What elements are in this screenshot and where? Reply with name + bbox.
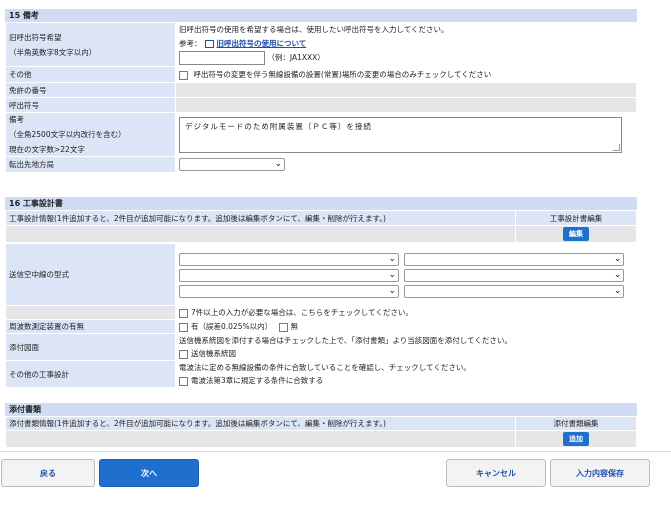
design-info: 工事設計情報(1件追加すると、2件目が追加可能になります。追加後は編集ボタンにて… [5,210,516,226]
remarks-textarea[interactable]: デジタルモードのため附属装置（ＰＣ等）を接続 [179,116,622,153]
transfer-label: 転出先地方局 [5,156,176,173]
design-edit-cell: 編集 [515,225,637,243]
transfer-value-cell: ⌄ [175,156,637,173]
freq-no-checkbox[interactable] [278,322,288,332]
section-15-title: 15 備考 [5,9,637,22]
transfer-select[interactable]: ⌄ [179,158,285,171]
location-change-text: 呼出符号の変更を伴う無線設備の設置(常置)場所の変更の場合のみチェックしてくださ… [193,70,492,79]
add-attachment-button[interactable]: 追加 [563,432,589,446]
antenna-select-1[interactable]: ⌄ [179,253,399,266]
callsign-input[interactable] [179,51,265,65]
attachments-list-cell [5,430,516,448]
attach-drawing-cell: 送信機系統図を添付する場合はチェックした上で、「添付書類」より当該図面を添付して… [175,333,637,361]
design-edit-header: 工事設計書編集 [515,210,637,226]
antenna-extra-label [5,305,176,320]
call-sign-label: 呼出符号 [5,97,176,113]
antenna-select-4[interactable]: ⌄ [404,269,625,282]
callsign-note: 旧呼出符号の使用を希望する場合は、使用したい呼出符号を入力してください。 [179,25,449,34]
remarks-label: 備考 [9,115,24,124]
other-design-note: 電波法に定める無線設備の条件に合致していることを確認し、チェックしてください。 [179,363,471,372]
section-15-table: 旧呼出符号希望 （半角英数字8文字以内） 旧呼出符号の使用を希望する場合は、使用… [5,22,637,173]
link-icon [204,40,214,48]
save-button[interactable]: 入力内容保存 [550,459,650,487]
freq-yes-text: 有（誤差0.025%以内） [191,322,273,331]
antenna-select-5[interactable]: ⌄ [179,285,399,298]
other-label: その他 [5,66,176,83]
attach-drawing-checkbox[interactable] [179,349,188,359]
remarks-limit: （全角2500文字以内改行を含む） [9,130,126,139]
antenna-extra-cell: 7件以上の入力が必要な場合は、こちらをチェックしてください。 [175,305,637,320]
antenna-select-3[interactable]: ⌄ [179,269,399,282]
freq-value-cell: 有（誤差0.025%以内） 無 [175,319,637,334]
footer-bar: 戻る 次へ キャンセル 入力内容保存 [0,451,671,507]
antenna-extra-checkbox[interactable] [179,308,188,318]
attachments-edit-header: 添付書類編集 [515,416,637,431]
callsign-label: 旧呼出符号希望 [9,32,62,42]
next-button[interactable]: 次へ [99,459,199,487]
other-design-label: その他の工事設計 [5,360,176,388]
antenna-select-6[interactable]: ⌄ [404,285,625,298]
antenna-select-2[interactable]: ⌄ [404,253,625,266]
other-design-text: 電波法第3章に規定する条件に合致する [191,376,324,385]
freq-label: 周波数測定装置の有無 [5,319,176,334]
section-16-table: 工事設計情報(1件追加すると、2件目が追加可能になります。追加後は編集ボタンにて… [5,210,637,243]
remarks-count: 現在の文字数>22文字 [9,145,85,154]
attach-drawing-label: 添付図面 [5,333,176,361]
attachments-add-cell: 追加 [515,430,637,448]
section-16: 16 工事設計書 工事設計情報(1件追加すると、2件目が追加可能になります。追加… [5,197,637,388]
remarks-value-cell: デジタルモードのため附属装置（ＰＣ等）を接続 [175,112,637,157]
chevron-down-icon: ⌄ [274,159,282,169]
callsign-value-cell: 旧呼出符号の使用を希望する場合は、使用したい呼出符号を入力してください。 参考：… [175,22,637,67]
remarks-label-cell: 備考 （全角2500文字以内改行を含む） 現在の文字数>22文字 [5,112,176,157]
attach-drawing-note: 送信機系統図を添付する場合はチェックした上で、「添付書類」より当該図面を添付して… [179,336,512,345]
cancel-button[interactable]: キャンセル [446,459,546,487]
ref-link[interactable]: 旧呼出符号の使用について [217,39,307,48]
attachments-section: 添付書類 添付書類情報(1件追加すると、2件目が追加可能になります。追加後は編集… [5,403,637,448]
back-button[interactable]: 戻る [1,459,95,487]
ref-prefix: 参考： [179,39,202,48]
attachments-title: 添付書類 [5,403,637,416]
attachments-table: 添付書類情報(1件追加すると、2件目が追加可能になります。追加後は編集ボタンにて… [5,416,637,448]
callsign-example: （例：JA1XXX） [267,53,325,62]
other-design-cell: 電波法に定める無線設備の条件に合致していることを確認し、チェックしてください。 … [175,360,637,388]
other-design-checkbox[interactable] [179,376,188,386]
resize-grip-icon[interactable] [613,143,620,151]
call-sign-value [175,97,637,113]
attachments-info: 添付書類情報(1件追加すると、2件目が追加可能になります。追加後は編集ボタンにて… [5,416,516,431]
license-no-label: 免許の番号 [5,82,176,98]
antenna-value-cell: ⌄ ⌄ ⌄ ⌄ ⌄ ⌄ [175,243,637,306]
callsign-label-cell: 旧呼出符号希望 （半角英数字8文字以内） [5,22,176,67]
design-list-cell [5,225,516,243]
section-15: 15 備考 旧呼出符号希望 （半角英数字8文字以内） 旧呼出符号の使用を希望する… [5,9,637,173]
license-no-value [175,82,637,98]
antenna-label: 送信空中線の型式 [5,243,176,306]
remarks-text: デジタルモードのため附属装置（ＰＣ等）を接続 [185,121,372,131]
freq-no-text: 無 [290,322,299,331]
other-value-cell: 呼出符号の変更を伴う無線設備の設置(常置)場所の変更の場合のみチェックしてくださ… [175,66,637,83]
section-16-fields: 送信空中線の型式 ⌄ ⌄ ⌄ ⌄ ⌄ ⌄ 7件以上の入力が必要な場合は、こちらを [5,243,637,388]
edit-button[interactable]: 編集 [563,227,589,241]
freq-yes-checkbox[interactable] [179,322,188,332]
location-change-checkbox[interactable] [179,70,188,80]
attach-drawing-text: 送信機系統図 [191,349,236,358]
section-16-title: 16 工事設計書 [5,197,637,210]
callsign-sublabel: （半角英数字8文字以内） [9,47,97,57]
antenna-extra-text: 7件以上の入力が必要な場合は、こちらをチェックしてください。 [191,308,413,317]
